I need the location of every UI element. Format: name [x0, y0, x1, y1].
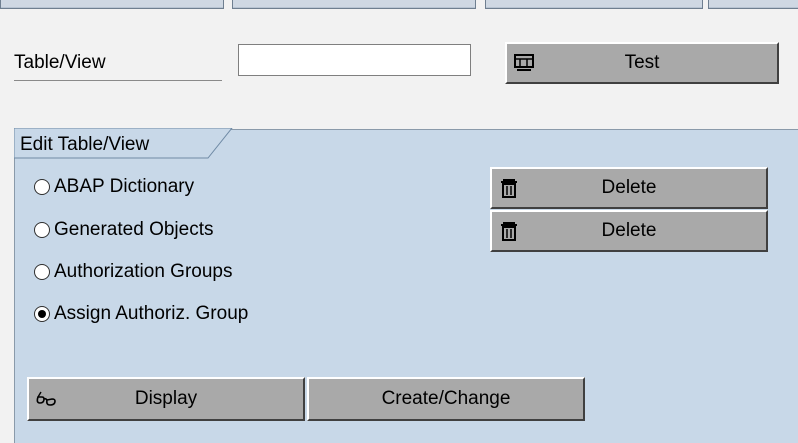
- toolbar-tab-4[interactable]: [708, 0, 798, 9]
- radio-button-selected[interactable]: [34, 306, 50, 322]
- radio-button[interactable]: [34, 179, 50, 195]
- test-screen-icon: [514, 54, 534, 71]
- radio-authorization-groups[interactable]: Authorization Groups: [34, 259, 233, 285]
- radio-abap-dictionary[interactable]: ABAP Dictionary: [34, 174, 194, 200]
- delete-button-label: Delete: [601, 220, 657, 241]
- radio-assign-authoriz-group[interactable]: Assign Authoriz. Group: [34, 301, 248, 327]
- table-view-label-row: Table/View: [14, 46, 222, 81]
- test-button[interactable]: Test: [505, 42, 779, 84]
- delete-button-label: Delete: [601, 177, 657, 198]
- toolbar-tab-1[interactable]: [0, 0, 224, 9]
- frame-title: Edit Table/View: [20, 134, 150, 155]
- toolbar-tab-2[interactable]: [232, 0, 476, 9]
- display-button-label: Display: [134, 388, 198, 409]
- radio-label: Generated Objects: [54, 219, 214, 240]
- table-view-label: Table/View: [14, 52, 106, 73]
- radio-label: ABAP Dictionary: [54, 176, 195, 197]
- radio-label: Assign Authoriz. Group: [54, 303, 249, 324]
- radio-generated-objects[interactable]: Generated Objects: [34, 217, 213, 243]
- delete-button-generated[interactable]: Delete: [490, 210, 768, 252]
- delete-button-dictionary[interactable]: Delete: [490, 167, 768, 209]
- create-change-button[interactable]: Create/Change: [307, 377, 585, 421]
- radio-button[interactable]: [34, 264, 50, 280]
- top-toolbar: [0, 0, 798, 10]
- trash-icon: [501, 222, 517, 241]
- glasses-icon: [36, 391, 56, 406]
- toolbar-tab-3[interactable]: [485, 0, 703, 9]
- trash-icon: [501, 179, 517, 198]
- test-button-label: Test: [624, 52, 660, 73]
- table-view-input[interactable]: [238, 44, 471, 76]
- create-change-button-label: Create/Change: [381, 388, 511, 409]
- display-button[interactable]: Display: [27, 377, 305, 421]
- radio-label: Authorization Groups: [54, 261, 233, 282]
- radio-button[interactable]: [34, 222, 50, 238]
